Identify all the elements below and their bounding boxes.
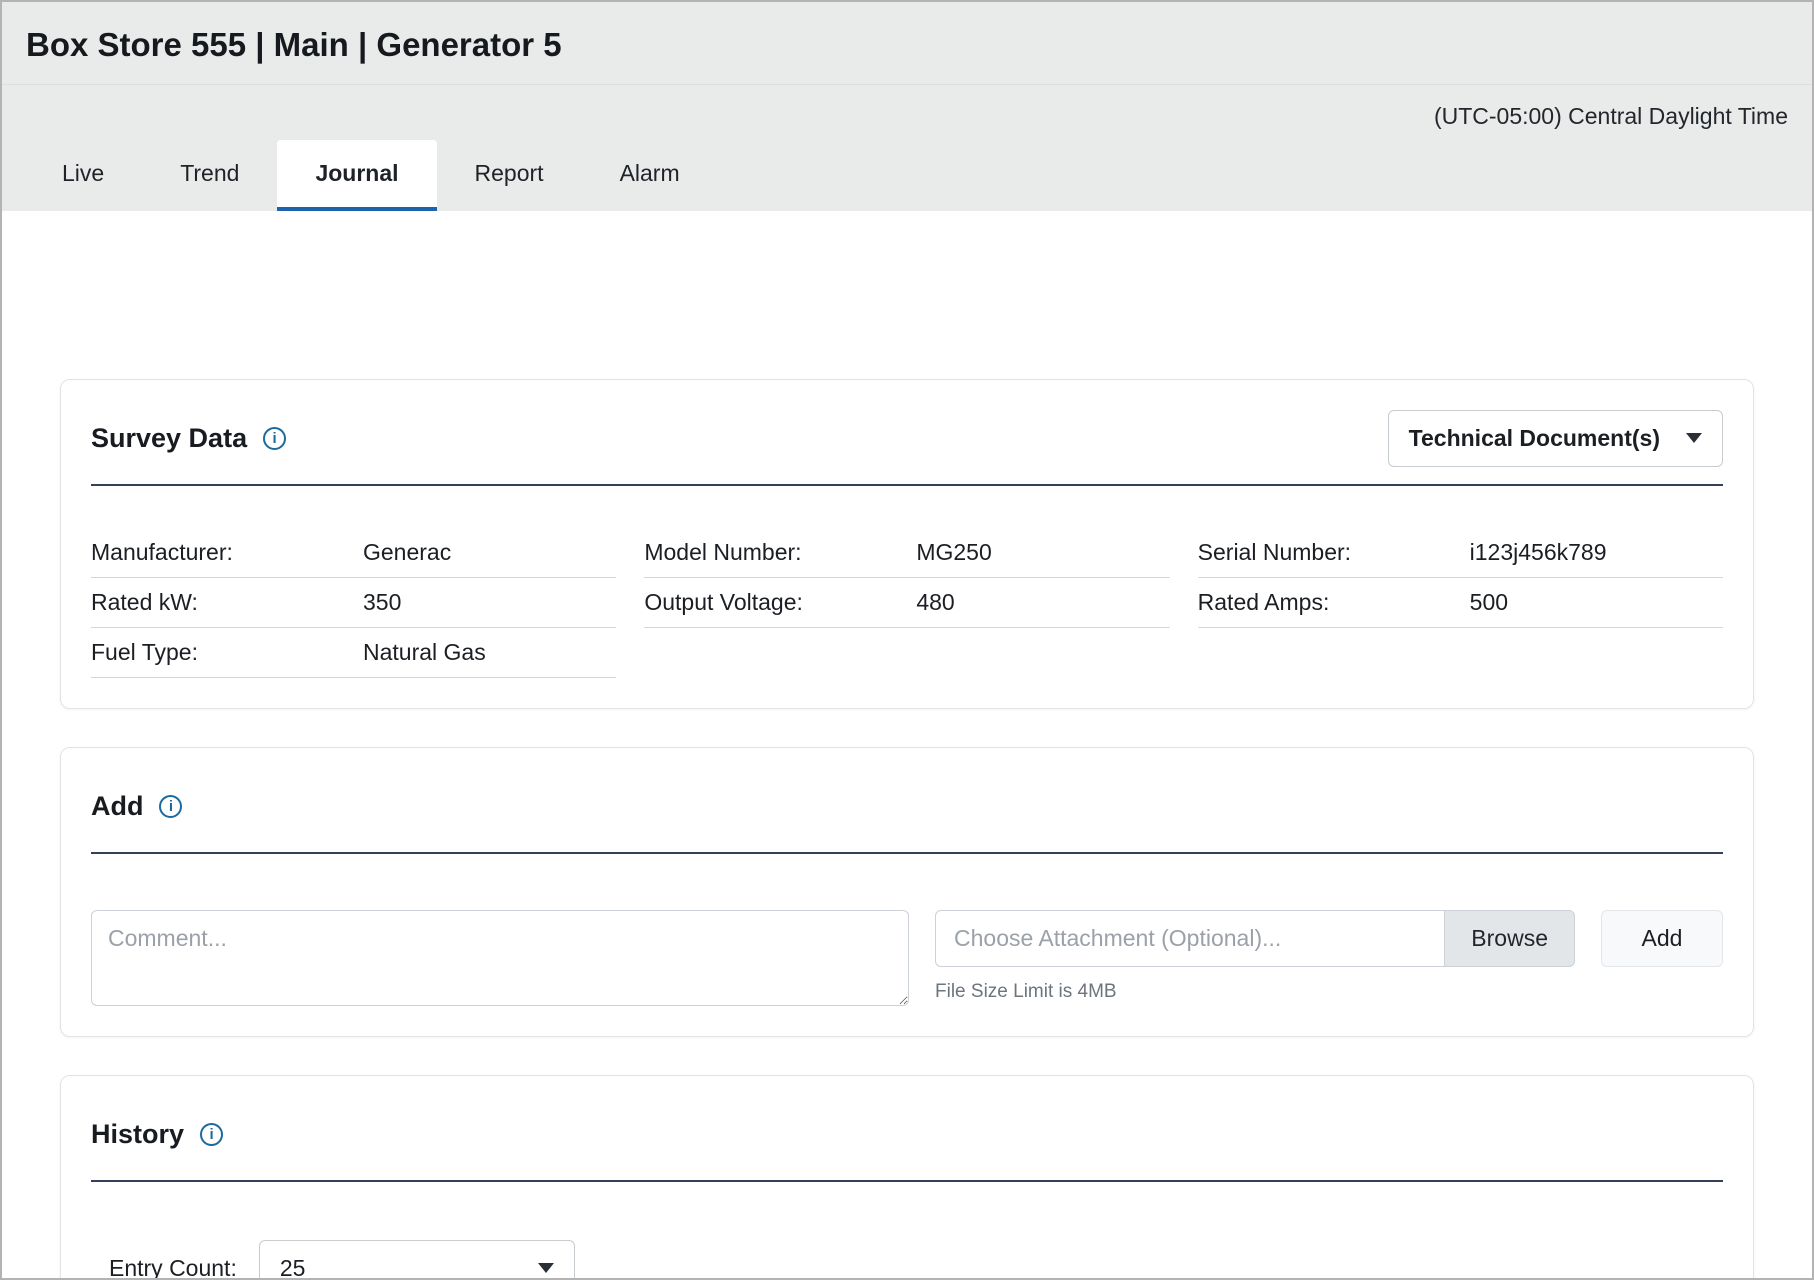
add-form: Browse File Size Limit is 4MB Add <box>91 910 1723 1006</box>
survey-empty-cell <box>1198 628 1723 678</box>
field-value: i123j456k789 <box>1470 539 1607 566</box>
header: Box Store 555 | Main | Generator 5 (UTC-… <box>2 2 1812 211</box>
timezone-label: (UTC-05:00) Central Daylight Time <box>1434 103 1788 129</box>
history-card: History i Entry Count: 25 <box>60 1075 1754 1280</box>
attachment-column: Browse File Size Limit is 4MB <box>935 910 1575 1003</box>
survey-field-fuel-type: Fuel Type: Natural Gas <box>91 628 616 678</box>
survey-card-head: Survey Data i Technical Document(s) <box>91 408 1723 468</box>
add-card-head: Add i <box>91 776 1723 836</box>
field-label: Fuel Type: <box>91 639 363 666</box>
tab-bar: Live Trend Journal Report Alarm <box>2 130 1812 211</box>
entry-count-value: 25 <box>280 1255 306 1280</box>
add-card: Add i Browse File Size Limit is 4MB Add <box>60 747 1754 1037</box>
attachment-input[interactable] <box>935 910 1444 967</box>
tab-trend[interactable]: Trend <box>142 140 277 211</box>
history-card-head: History i <box>91 1104 1723 1164</box>
tab-alarm[interactable]: Alarm <box>582 140 718 211</box>
entry-count-select[interactable]: 25 <box>259 1240 575 1280</box>
field-value: Natural Gas <box>363 639 486 666</box>
field-value: MG250 <box>916 539 991 566</box>
survey-field-serial-number: Serial Number: i123j456k789 <box>1198 528 1723 578</box>
technical-documents-dropdown[interactable]: Technical Document(s) <box>1388 410 1723 467</box>
survey-empty-cell <box>644 628 1169 678</box>
section-divider <box>91 852 1723 854</box>
file-size-note: File Size Limit is 4MB <box>935 981 1575 1003</box>
survey-field-manufacturer: Manufacturer: Generac <box>91 528 616 578</box>
title-bar: Box Store 555 | Main | Generator 5 <box>2 2 1812 85</box>
field-value: Generac <box>363 539 451 566</box>
field-label: Model Number: <box>644 539 916 566</box>
survey-fields-grid: Manufacturer: Generac Model Number: MG25… <box>91 528 1723 678</box>
field-label: Output Voltage: <box>644 589 916 616</box>
add-title: Add <box>91 791 143 822</box>
entry-count-label: Entry Count: <box>109 1255 237 1280</box>
technical-documents-label: Technical Document(s) <box>1409 425 1660 452</box>
field-label: Rated Amps: <box>1198 589 1470 616</box>
add-button[interactable]: Add <box>1601 910 1723 967</box>
info-icon[interactable]: i <box>159 795 182 818</box>
chevron-down-icon <box>1686 433 1702 443</box>
survey-field-output-voltage: Output Voltage: 480 <box>644 578 1169 628</box>
comment-textarea[interactable] <box>91 910 909 1006</box>
field-value: 350 <box>363 589 401 616</box>
browse-button[interactable]: Browse <box>1444 910 1575 967</box>
app-window: Box Store 555 | Main | Generator 5 (UTC-… <box>0 0 1814 1280</box>
info-icon[interactable]: i <box>200 1123 223 1146</box>
field-value: 480 <box>916 589 954 616</box>
journal-content: Survey Data i Technical Document(s) Manu… <box>2 211 1812 1280</box>
section-divider <box>91 1180 1723 1182</box>
entry-count-row: Entry Count: 25 <box>91 1240 1723 1280</box>
survey-title: Survey Data <box>91 423 247 454</box>
field-label: Serial Number: <box>1198 539 1470 566</box>
survey-field-rated-amps: Rated Amps: 500 <box>1198 578 1723 628</box>
tab-journal[interactable]: Journal <box>277 140 436 211</box>
tab-live[interactable]: Live <box>24 140 142 211</box>
history-title: History <box>91 1119 184 1150</box>
tab-report[interactable]: Report <box>437 140 582 211</box>
field-value: 500 <box>1470 589 1508 616</box>
page-title: Box Store 555 | Main | Generator 5 <box>26 26 1788 64</box>
field-label: Manufacturer: <box>91 539 363 566</box>
chevron-down-icon <box>538 1263 554 1273</box>
info-icon[interactable]: i <box>263 427 286 450</box>
attachment-input-group: Browse <box>935 910 1575 967</box>
section-divider <box>91 484 1723 486</box>
survey-field-rated-kw: Rated kW: 350 <box>91 578 616 628</box>
timezone-row: (UTC-05:00) Central Daylight Time <box>2 85 1812 130</box>
field-label: Rated kW: <box>91 589 363 616</box>
survey-data-card: Survey Data i Technical Document(s) Manu… <box>60 379 1754 709</box>
survey-field-model-number: Model Number: MG250 <box>644 528 1169 578</box>
